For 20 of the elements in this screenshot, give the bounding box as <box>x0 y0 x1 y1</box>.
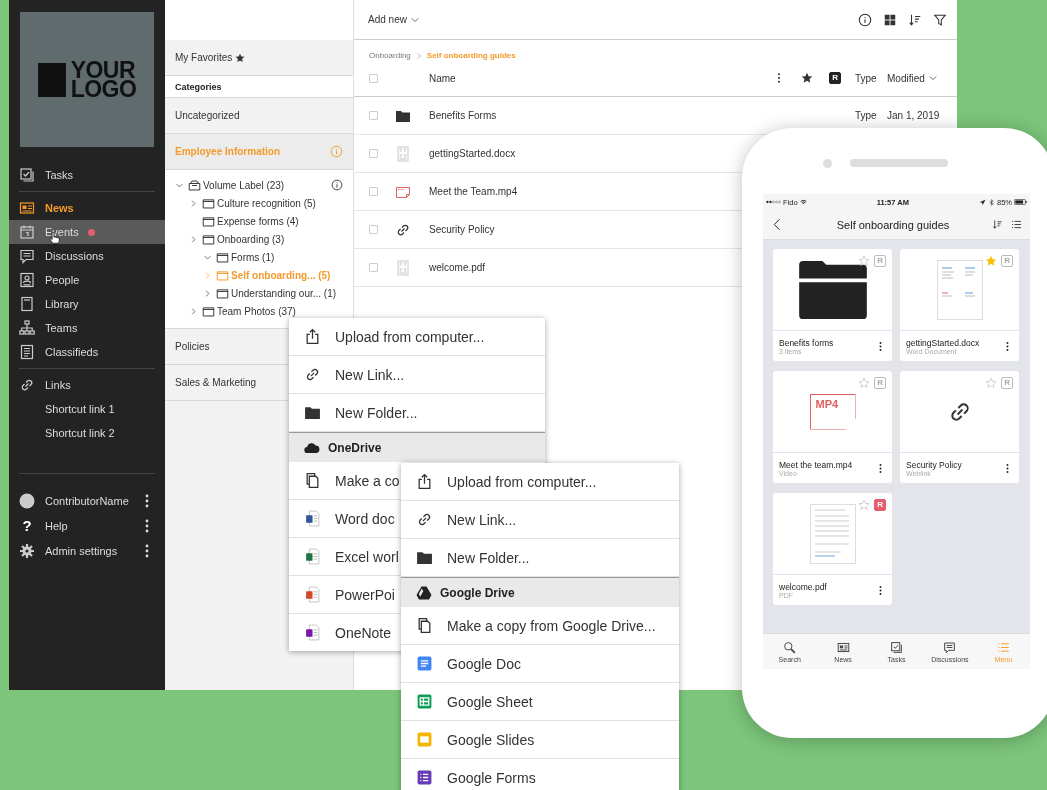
rights-badge: R <box>874 255 886 267</box>
section-heading: Categories <box>165 76 353 98</box>
table-cell-text: Type <box>855 110 878 121</box>
menu-section-header: Google Drive <box>401 577 679 607</box>
card-title: welcome.pdf <box>779 581 828 592</box>
card-title: Security Policy <box>906 459 963 470</box>
rights-badge: R <box>874 499 886 511</box>
rights-badge: R <box>874 377 886 389</box>
card-title: gettingStarted.docx <box>906 337 981 348</box>
help-icon: ? <box>22 517 32 534</box>
rights-badge: R <box>1001 377 1013 389</box>
table-cell-text: Jan 1, 2019 <box>887 110 941 121</box>
screen-title: Self onboarding guides <box>835 218 951 231</box>
menu-section-header: OneDrive <box>289 432 545 462</box>
rights-badge: R <box>1001 255 1013 267</box>
logo: YOUR LOGO <box>20 12 154 147</box>
rights-badge: R <box>829 72 841 84</box>
card-title: Benefits forms <box>779 337 835 348</box>
video-file-icon: MP4 <box>809 393 856 430</box>
card-title: Meet the team.mp4 <box>779 459 854 470</box>
